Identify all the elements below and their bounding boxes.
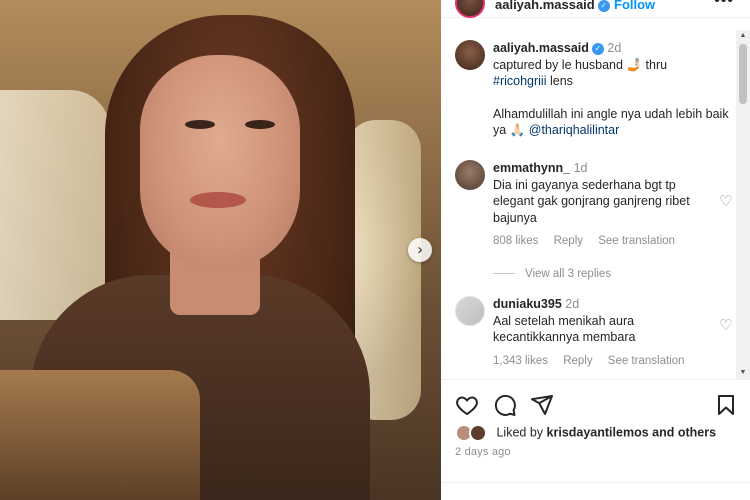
liked-by-prefix: Liked by [496,425,544,440]
caption-text: thru [645,57,668,72]
chevron-right-icon[interactable]: › [408,238,432,262]
heart-icon[interactable]: ♡ [719,318,735,334]
view-replies-button[interactable]: View all 3 replies [493,268,611,280]
bookmark-icon[interactable] [714,393,738,417]
comment-text: Aal setelah menikah aura kecantikkannya … [493,313,636,345]
caption-text: captured by le husband [493,57,623,72]
verified-badge-icon: ✓ [591,43,604,55]
comment-likes[interactable]: 1,343 likes [493,355,548,367]
more-options-icon[interactable]: ••• [714,0,734,10]
heart-icon[interactable]: ♡ [719,194,735,210]
heart-icon[interactable] [455,393,479,417]
post-photo[interactable]: › [0,0,441,500]
comment-icon[interactable] [493,393,517,417]
replies-divider [493,273,515,275]
comment-text: Dia ini gayanya sederhana bgt tp elegant… [493,177,690,225]
author-avatar[interactable] [455,0,485,18]
caption-emoji: 🙏🏻 [509,123,526,137]
scrollbar-thumb[interactable] [739,44,747,104]
seat-background [0,90,110,320]
liked-by: Liked by krisdayantilemos and others [455,424,716,442]
commenter-avatar[interactable] [455,296,485,326]
caption-avatar[interactable] [455,40,485,70]
comment-likes[interactable]: 808 likes [493,235,538,247]
caption-username[interactable]: aaliyah.massaid [493,41,589,55]
comments-scrollbar[interactable]: ▲ ▼ [736,30,750,379]
add-comment-bar [441,482,750,500]
photo-eye-right [245,120,275,129]
commenter-username[interactable]: duniaku395 [493,297,562,311]
comment-age: 1d [573,161,588,175]
seat-armrest [0,370,200,500]
caption-emoji: 🤳🏻 [626,57,643,72]
author-username[interactable]: aaliyah.massaid ✓ [495,0,610,12]
photo-eye-left [185,120,215,129]
comment-age: 2d [565,297,580,311]
caption-age: 2d [607,41,622,55]
liked-by-username[interactable]: krisdayantilemos [547,425,649,439]
photo-lips [190,192,246,208]
see-translation-button[interactable]: See translation [598,235,675,247]
see-translation-button[interactable]: See translation [608,355,685,367]
scroll-down-icon[interactable]: ▼ [736,367,750,379]
liked-by-others[interactable]: and others [652,425,716,439]
verified-badge-icon: ✓ [597,0,610,12]
commenter-avatar[interactable] [455,160,485,190]
comments-list[interactable]: aaliyah.massaid ✓ 2d captured by le husba… [441,30,736,379]
hashtag-link[interactable]: #ricohgriii [493,74,547,88]
liker-avatars[interactable] [455,424,493,442]
photo-face [140,55,300,270]
post-actions: Liked by krisdayantilemos and others 2 d… [441,379,750,500]
reply-button[interactable]: Reply [554,235,583,247]
reply-button[interactable]: Reply [563,355,592,367]
send-icon[interactable] [530,393,554,417]
scroll-up-icon[interactable]: ▲ [736,30,750,42]
follow-button[interactable]: Follow [614,0,655,12]
mention-link[interactable]: @thariqhalilintar [529,123,620,137]
post-side-panel: aaliyah.massaid ✓ Follow ••• aaliyah.mass… [441,0,750,500]
post-timestamp[interactable]: 2 days ago [455,446,511,458]
post-header: aaliyah.massaid ✓ Follow ••• [441,0,750,18]
caption-text: lens [549,74,573,88]
commenter-username[interactable]: emmathynn_ [493,161,570,175]
